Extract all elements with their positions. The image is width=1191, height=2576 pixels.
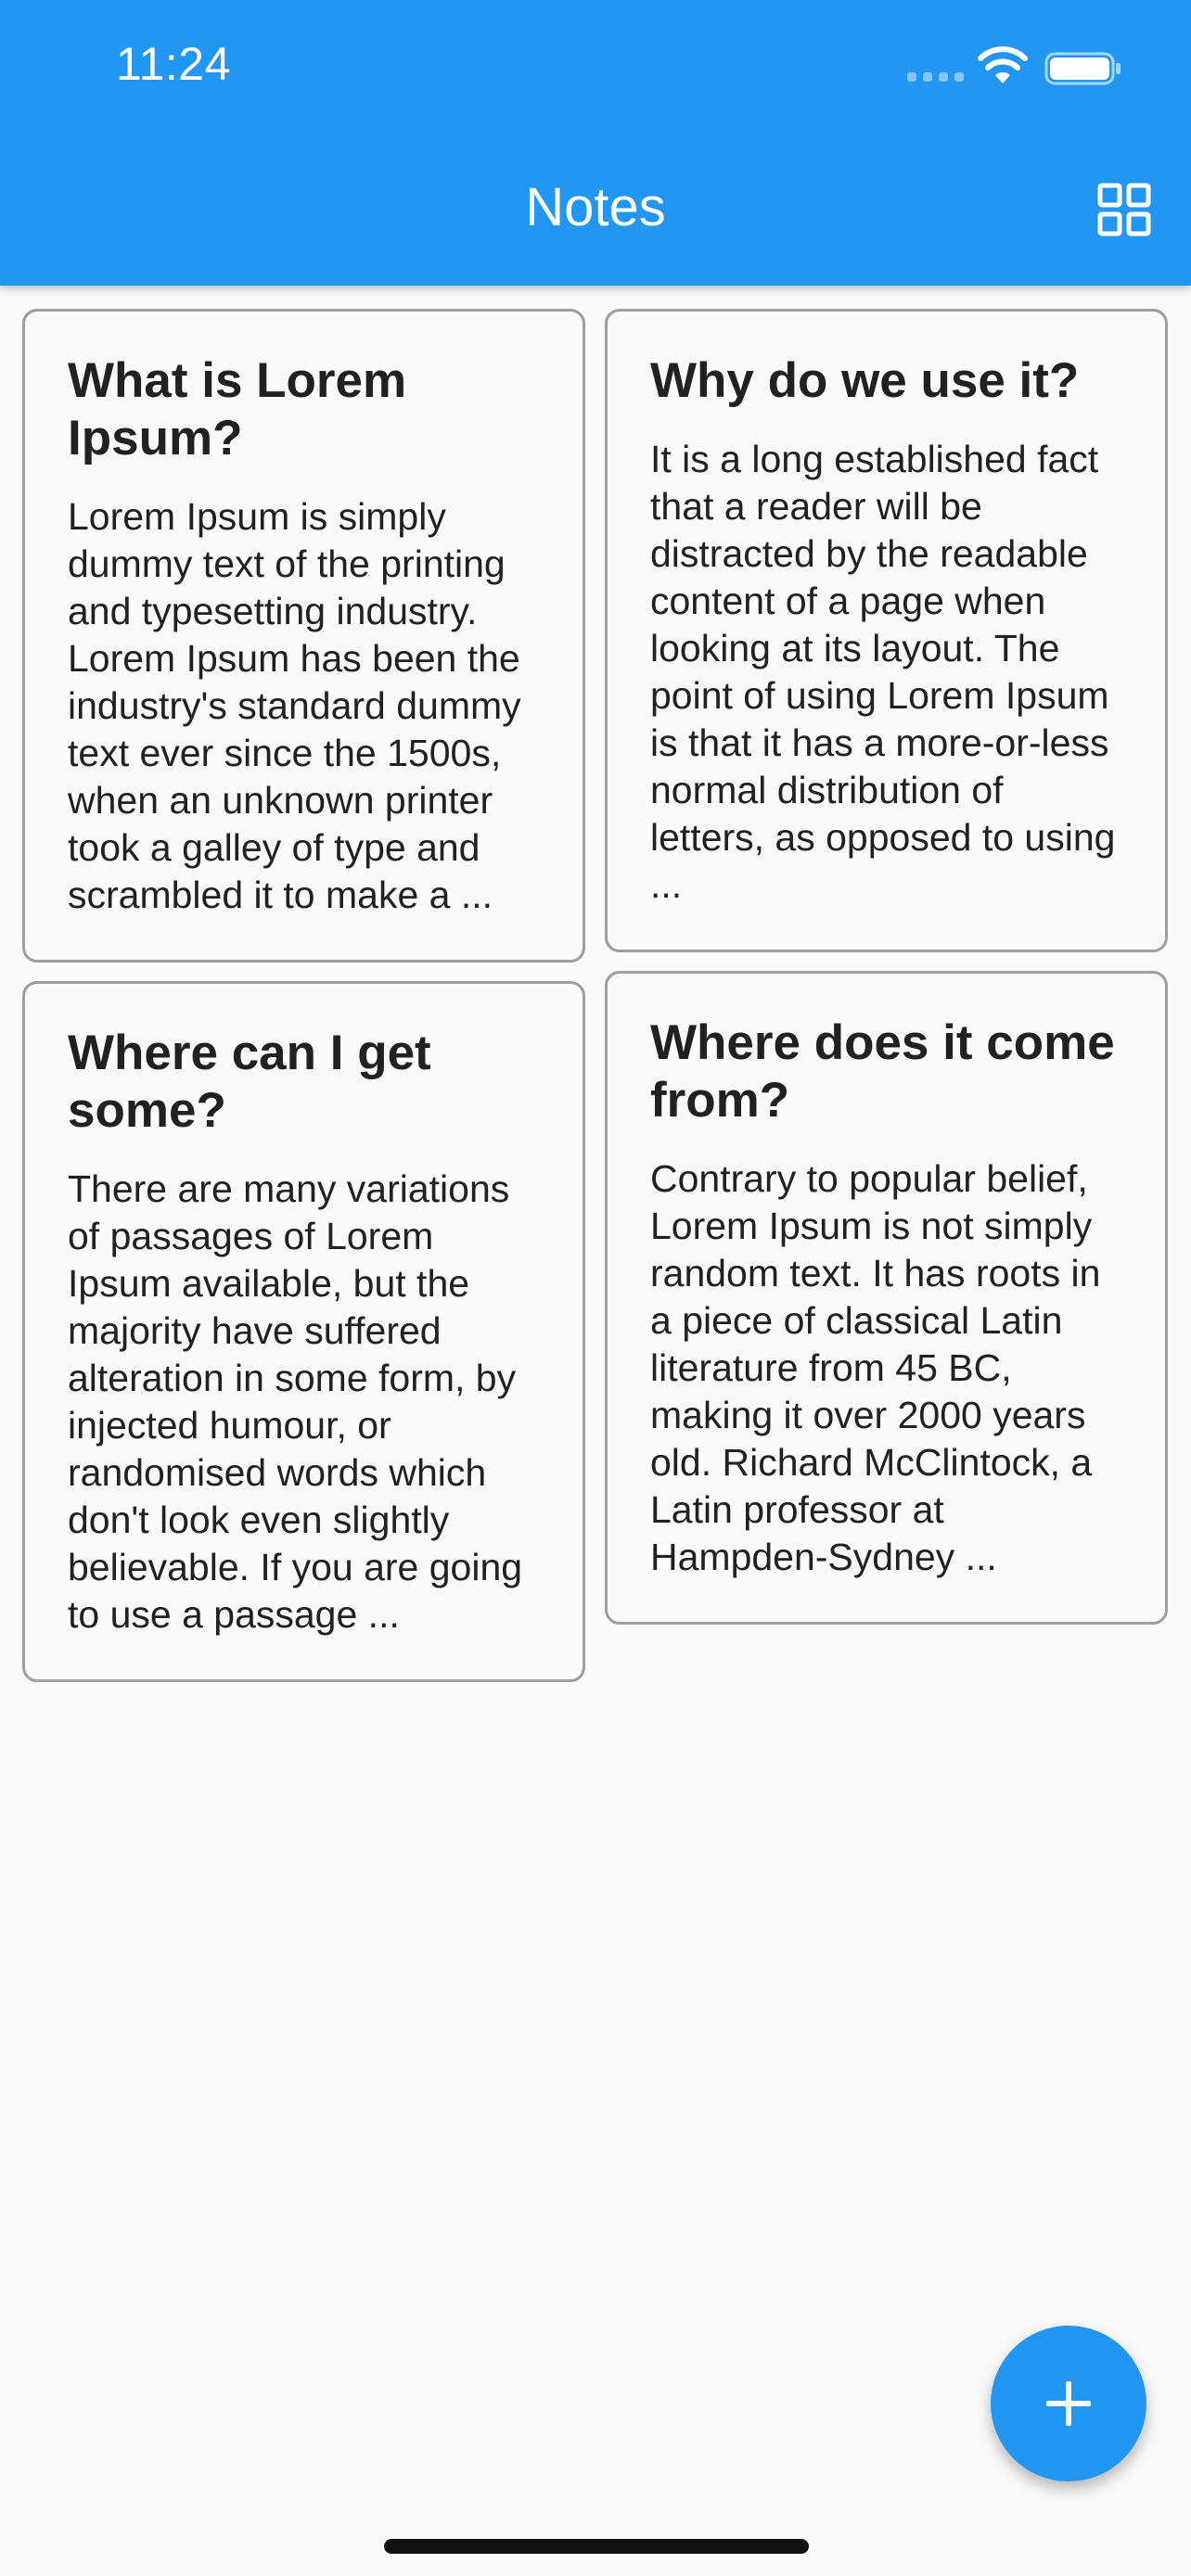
note-card[interactable]: What is Lorem Ipsum? Lorem Ipsum is simp…: [22, 309, 585, 963]
plus-icon: [1046, 2381, 1091, 2426]
note-title: Why do we use it?: [650, 353, 1080, 408]
note-title: Where can I get some?: [68, 1026, 431, 1138]
notes-app: 11:24 Notes What is Lorem Ipsum? Lorem I…: [0, 0, 1191, 2576]
home-indicator: [384, 2539, 809, 2554]
note-preview: Lorem Ipsum is simply dummy text of the …: [68, 495, 521, 916]
status-time: 11:24: [116, 38, 231, 90]
note-preview: There are many variations of passages of…: [68, 1167, 523, 1636]
battery-icon: [1044, 52, 1121, 85]
note-card[interactable]: Where can I get some? There are many var…: [22, 981, 585, 1682]
app-bar: 11:24 Notes: [0, 0, 1191, 286]
grid-view-icon[interactable]: [1096, 182, 1152, 237]
page-title: Notes: [525, 177, 666, 237]
note-preview: It is a long established fact that a rea…: [650, 438, 1116, 906]
note-card[interactable]: Why do we use it? It is a long establish…: [605, 309, 1168, 952]
add-note-button[interactable]: [991, 2326, 1146, 2481]
wifi-icon: [978, 46, 1028, 83]
note-title: Where does it come from?: [650, 1015, 1115, 1128]
note-title: What is Lorem Ipsum?: [68, 353, 407, 465]
notes-column-right: Why do we use it? It is a long establish…: [605, 309, 1168, 1643]
note-card[interactable]: Where does it come from? Contrary to pop…: [605, 971, 1168, 1625]
cellular-signal-icon: [907, 72, 965, 83]
note-preview: Contrary to popular belief, Lorem Ipsum …: [650, 1157, 1101, 1578]
notes-column-left: What is Lorem Ipsum? Lorem Ipsum is simp…: [22, 309, 585, 1701]
